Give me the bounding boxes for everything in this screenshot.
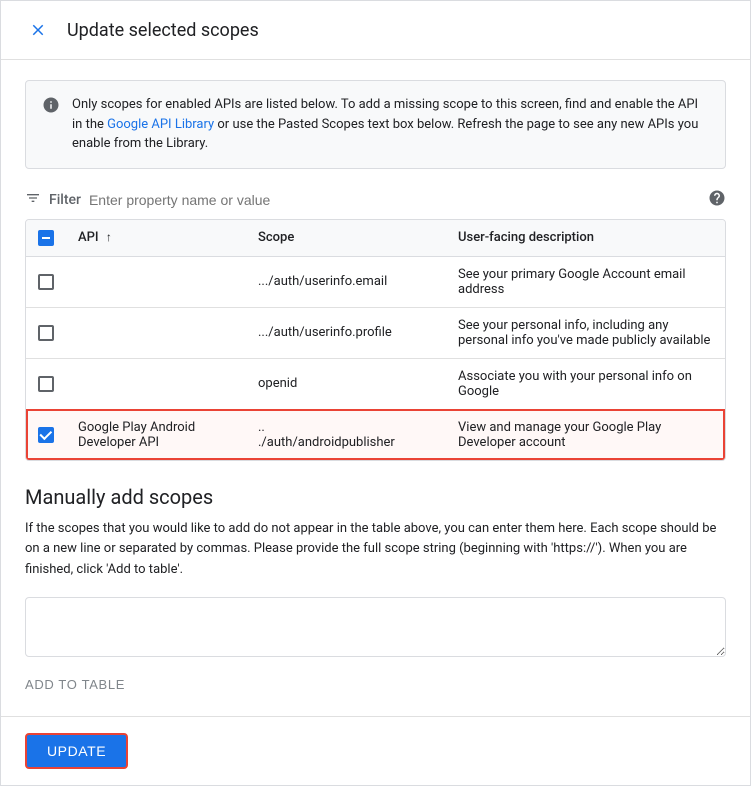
filter-label: Filter: [49, 192, 81, 208]
table-row: .../auth/userinfo.email See your primary…: [26, 256, 725, 307]
scope-cell-3: openid: [246, 358, 446, 409]
desc-cell-1: See your primary Google Account email ad…: [446, 256, 725, 307]
desc-cell-4: View and manage your Google Play Develop…: [446, 409, 725, 460]
scope-cell-2: .../auth/userinfo.profile: [246, 307, 446, 358]
dialog-footer: UPDATE: [1, 716, 750, 785]
desc-cell-2: See your personal info, including any pe…: [446, 307, 725, 358]
info-icon: [42, 96, 60, 154]
sort-icon: ↑: [106, 230, 112, 244]
update-button[interactable]: UPDATE: [25, 733, 128, 769]
help-icon[interactable]: [708, 189, 726, 211]
row-checkbox-1[interactable]: [38, 274, 54, 290]
manual-section-title: Manually add scopes: [25, 485, 726, 509]
api-column-header: API ↑: [66, 220, 246, 257]
info-box: Only scopes for enabled APIs are listed …: [25, 80, 726, 169]
api-cell-3: [66, 358, 246, 409]
select-all-checkbox[interactable]: [38, 230, 54, 246]
table-row: openid Associate you with your personal …: [26, 358, 725, 409]
api-cell-4: Google Play Android Developer API: [66, 409, 246, 460]
manual-section-desc: If the scopes that you would like to add…: [25, 519, 726, 581]
filter-row: Filter: [25, 189, 726, 211]
close-button[interactable]: [25, 17, 51, 43]
row-checkbox-3[interactable]: [38, 376, 54, 392]
manual-add-section: Manually add scopes If the scopes that y…: [25, 485, 726, 696]
row-checkbox-2[interactable]: [38, 325, 54, 341]
info-text: Only scopes for enabled APIs are listed …: [72, 95, 709, 154]
table-row: .../auth/userinfo.profile See your perso…: [26, 307, 725, 358]
scopes-table: API ↑ Scope User-facing description: [25, 219, 726, 461]
scope-cell-1: .../auth/userinfo.email: [246, 256, 446, 307]
add-to-table-button[interactable]: ADD TO TABLE: [25, 673, 125, 696]
row-checkbox-4[interactable]: [38, 427, 54, 443]
api-library-link[interactable]: Google API Library: [107, 117, 214, 132]
api-cell-1: [66, 256, 246, 307]
scope-column-header: Scope: [246, 220, 446, 257]
desc-cell-3: Associate you with your personal info on…: [446, 358, 725, 409]
filter-icon: [25, 190, 41, 210]
scope-cell-4: .. ./auth/androidpublisher: [246, 409, 446, 460]
description-column-header: User-facing description: [446, 220, 725, 257]
api-cell-2: [66, 307, 246, 358]
dialog-title: Update selected scopes: [67, 20, 259, 41]
table-row-highlighted: Google Play Android Developer API .. ./a…: [26, 409, 725, 460]
manual-scopes-textarea[interactable]: [25, 597, 726, 657]
filter-input[interactable]: [89, 192, 700, 208]
